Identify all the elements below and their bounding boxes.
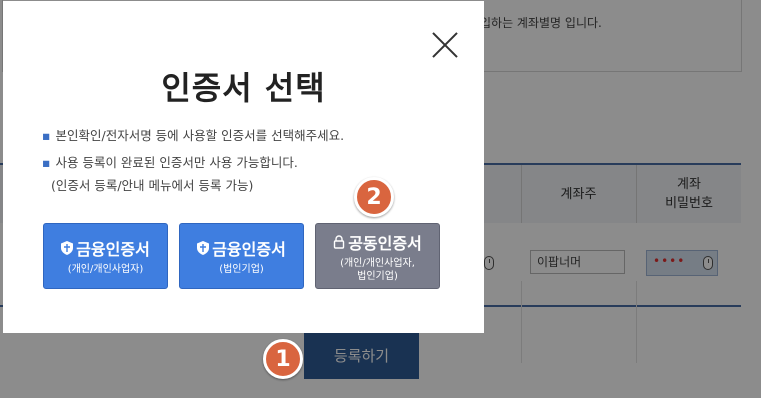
description-line: (인증서 등록/안내 메뉴에서 등록 가능) bbox=[51, 178, 254, 193]
lock-icon bbox=[333, 234, 345, 249]
certificate-select-modal: 인증서 선택 ▪ 본인확인/전자서명 등에 사용할 인증서를 선택해주세요. ▪ 사… bbox=[3, 1, 484, 333]
shield-icon bbox=[61, 241, 74, 255]
modal-title: 인증서 선택 bbox=[161, 69, 326, 107]
description-line: ▪ 본인확인/전자서명 등에 사용할 인증서를 선택해주세요. bbox=[42, 128, 345, 143]
step-badge-1: 1 bbox=[263, 339, 303, 379]
step-badge-2: 2 bbox=[354, 177, 394, 217]
financial-cert-personal-button[interactable]: 금융인증서 (개인/개인사업자) bbox=[43, 223, 168, 289]
shield-icon bbox=[197, 241, 210, 255]
financial-cert-corporate-button[interactable]: 금융인증서 (법인기업) bbox=[179, 223, 304, 289]
description-line: ▪ 사용 등록이 완료된 인증서만 사용 가능합니다. bbox=[42, 155, 298, 170]
close-icon[interactable] bbox=[431, 31, 459, 59]
joint-cert-button[interactable]: 공동인증서 (개인/개인사업자, 법인기업) bbox=[315, 223, 440, 289]
